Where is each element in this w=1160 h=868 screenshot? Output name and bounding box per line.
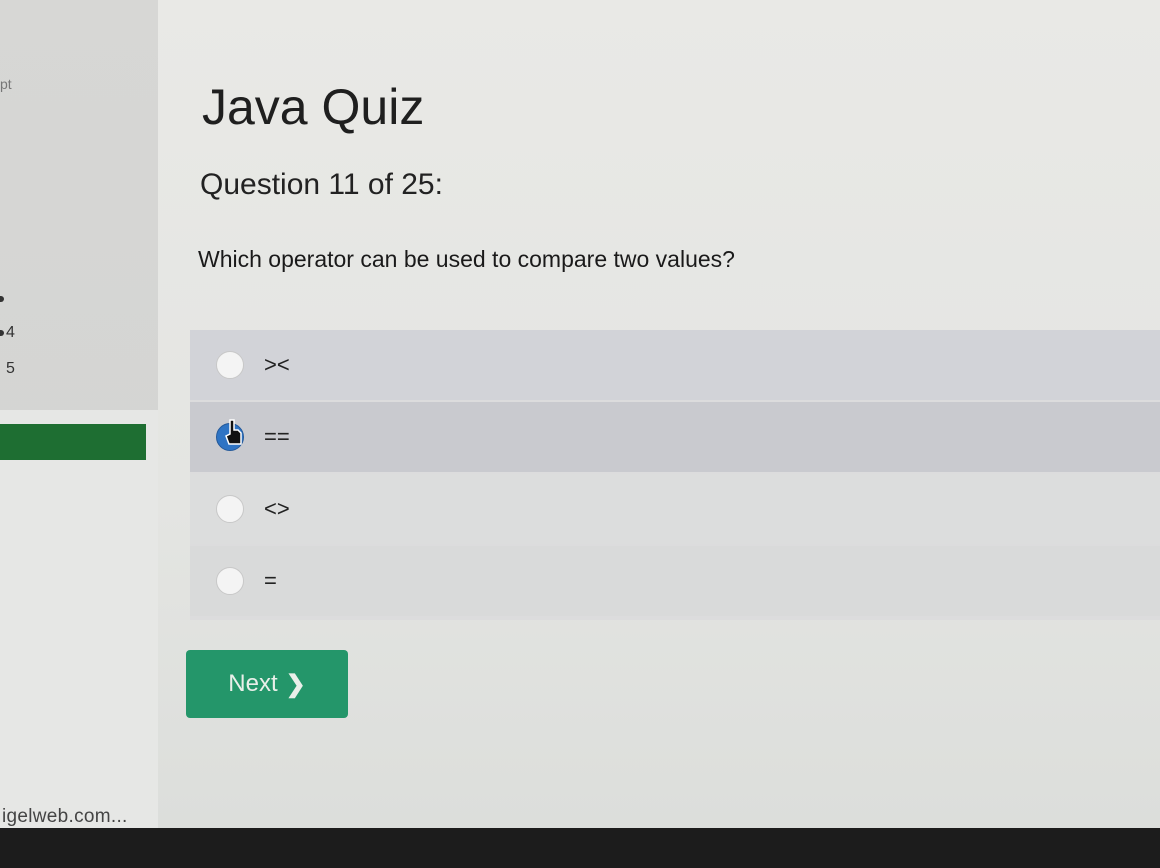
footer-link[interactable]: igelweb.com... (2, 806, 128, 828)
sidebar-item-partial-4[interactable]: 4 (6, 324, 15, 342)
answer-option-label: <> (264, 496, 290, 521)
page-title: Java Quiz (202, 79, 425, 135)
radio-button[interactable] (216, 567, 244, 595)
sidebar-active-item[interactable] (0, 424, 146, 460)
radio-button[interactable] (216, 351, 244, 379)
next-button-label: Next (228, 670, 278, 697)
answer-option-label: == (264, 424, 290, 449)
sidebar-bullet-icon (0, 330, 4, 336)
answer-options: >< == <> = (190, 330, 1160, 620)
next-button[interactable]: Next ❯ (186, 650, 348, 718)
hand-cursor-icon (225, 419, 242, 445)
sidebar-lower-panel (0, 410, 158, 828)
quiz-main: Java Quiz Question 11 of 25: Which opera… (158, 0, 1160, 828)
answer-option-label: = (264, 568, 277, 593)
screen: pt 4 5 igelweb.com... Java Quiz Question… (0, 0, 1160, 828)
sidebar: pt 4 5 igelweb.com... (0, 0, 158, 828)
answer-option[interactable]: <> (190, 474, 1160, 544)
answer-option[interactable]: >< (190, 330, 1160, 400)
sidebar-item-partial-5[interactable]: 5 (6, 360, 15, 378)
sidebar-item-partial-pt[interactable]: pt (0, 76, 12, 92)
answer-option[interactable]: = (190, 546, 1160, 616)
sidebar-bullet-icon (0, 296, 4, 302)
chevron-right-icon: ❯ (285, 670, 306, 698)
question-progress: Question 11 of 25: (200, 168, 443, 201)
question-text: Which operator can be used to compare tw… (198, 246, 735, 272)
radio-button[interactable] (216, 495, 244, 523)
answer-option-label: >< (264, 352, 290, 377)
answer-option-selected[interactable]: == (190, 402, 1160, 472)
